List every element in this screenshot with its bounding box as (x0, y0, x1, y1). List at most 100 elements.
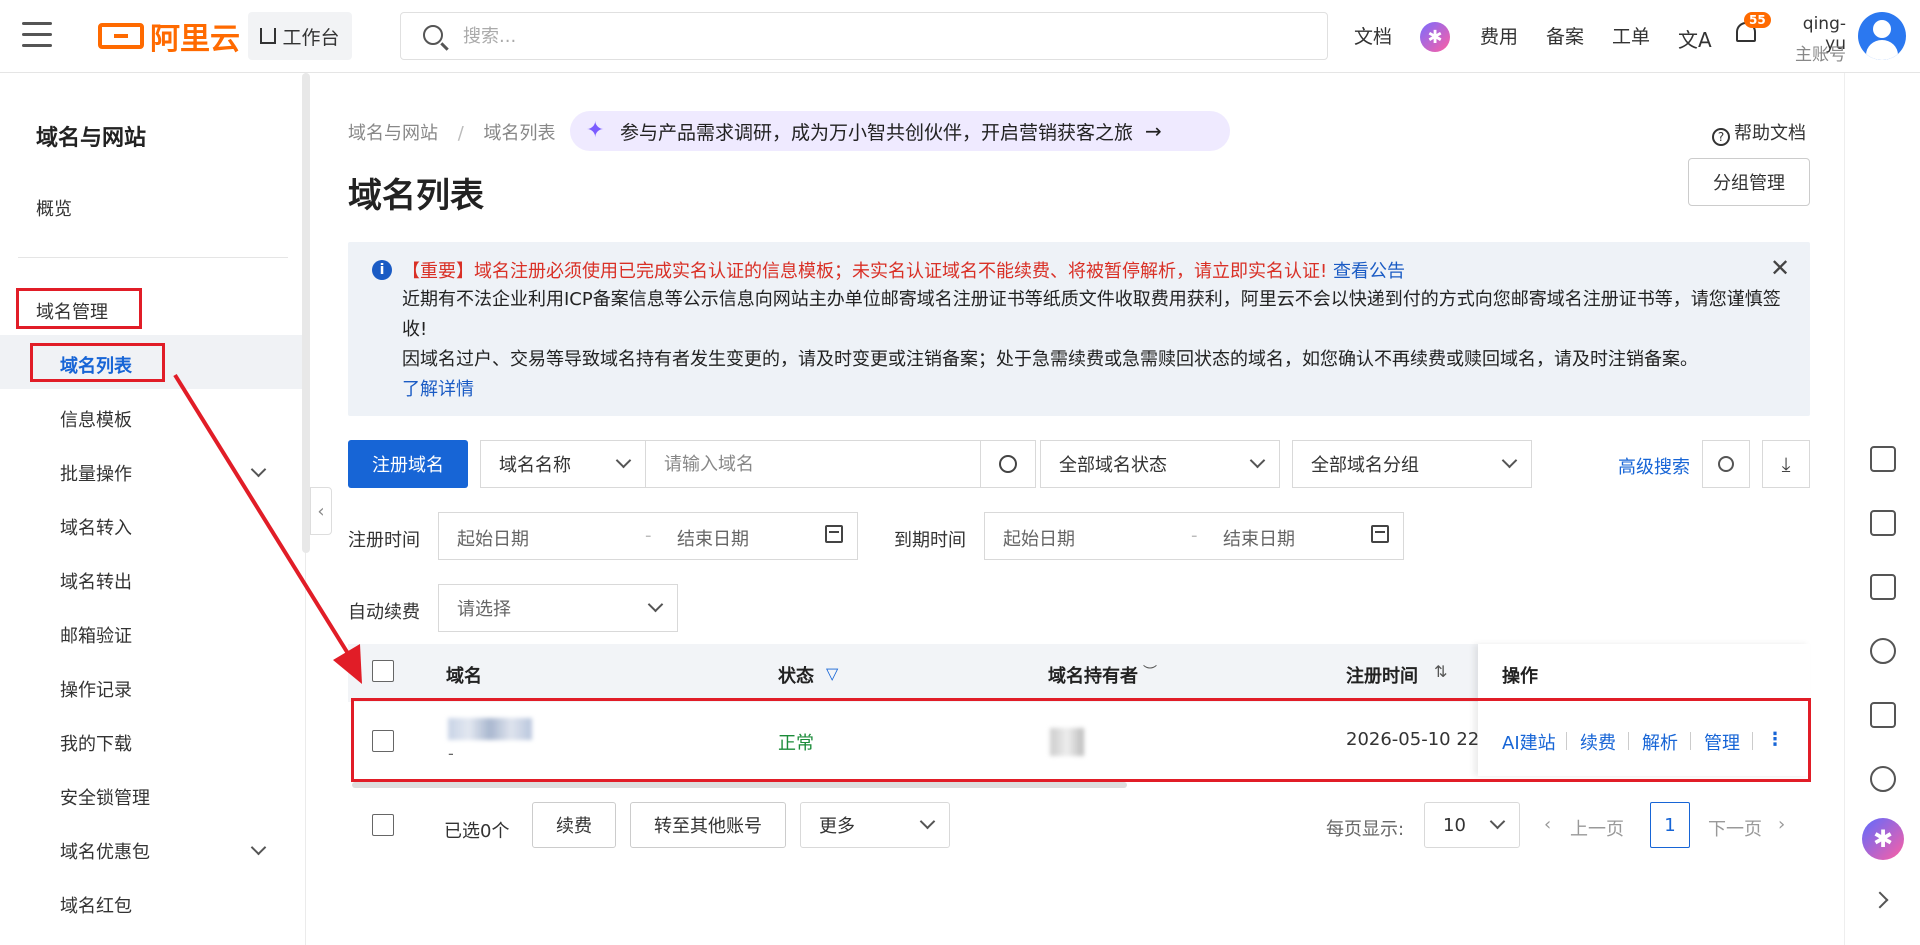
workbench-label: 工作台 (282, 26, 340, 49)
status-select[interactable]: 全部域名状态 (1040, 440, 1280, 488)
auto-renew-label: 自动续费 (348, 602, 420, 623)
sidebar-scrollbar[interactable] (302, 73, 310, 553)
prev-page-button[interactable]: 上一页 (1570, 815, 1624, 841)
language-icon[interactable]: 文A (1678, 24, 1712, 53)
global-search-input[interactable] (463, 25, 1263, 47)
domain-search-button[interactable] (980, 440, 1036, 488)
chevron-down-icon (647, 596, 664, 613)
page-size-label: 每页显示: (1326, 819, 1405, 840)
batch-renew-button[interactable]: 续费 (532, 802, 616, 848)
advanced-search-link[interactable]: 高级搜索 (1618, 453, 1690, 479)
expire-start-date[interactable]: 起始日期 (1003, 525, 1075, 551)
learn-more-link[interactable]: 了解详情 (402, 375, 1782, 405)
search-icon (423, 25, 443, 45)
menu-icon[interactable] (22, 22, 52, 48)
chevron-down-icon (1501, 452, 1518, 469)
date-separator: - (1191, 525, 1198, 546)
workbench-button[interactable]: 工作台 (248, 12, 352, 60)
chevron-left-icon[interactable]: ‹ (1544, 814, 1551, 835)
page-size-select[interactable]: 10 (1424, 802, 1520, 848)
reg-time-range[interactable]: 起始日期 - 结束日期 (438, 512, 858, 560)
nav-docs[interactable]: 文档 (1354, 22, 1392, 49)
chevron-down-icon[interactable] (250, 461, 267, 478)
help-docs-link[interactable]: ? 帮助文档 (1712, 119, 1806, 146)
table-horizontal-scrollbar[interactable] (352, 782, 1127, 788)
sidebar-item-batch[interactable]: 批量操作 (60, 460, 132, 486)
sidebar-item-security-lock[interactable]: 安全锁管理 (60, 784, 150, 810)
expire-time-range[interactable]: 起始日期 - 结束日期 (984, 512, 1404, 560)
chevron-right-icon[interactable]: › (1778, 814, 1785, 835)
notice-line-3: 因域名过户、交易等导致域名持有者发生变更的，请及时变更或注销备案；处于急需续费或… (402, 349, 1698, 370)
logo-text: 阿里云 (150, 22, 240, 57)
edit-icon[interactable] (1870, 702, 1896, 728)
chevron-down-icon[interactable] (250, 839, 267, 856)
nav-icp[interactable]: 备案 (1546, 22, 1584, 49)
sort-icon[interactable]: ⇅ (1434, 662, 1447, 681)
register-domain-button[interactable]: 注册域名 (348, 440, 468, 488)
select-all-checkbox[interactable] (372, 660, 394, 682)
calendar-icon (1371, 525, 1389, 543)
eye-closed-icon[interactable]: ︶ (1143, 662, 1157, 682)
group-management-button[interactable]: 分组管理 (1688, 158, 1810, 206)
ai-assistant-icon[interactable]: ✱ (1420, 22, 1450, 52)
page-1-button[interactable]: 1 (1650, 802, 1690, 848)
view-announcement-link[interactable]: 查看公告 (1333, 261, 1405, 282)
sidebar-item-overview[interactable]: 概览 (36, 195, 72, 221)
aliyun-logo[interactable]: 阿里云 (98, 18, 240, 57)
reg-end-date[interactable]: 结束日期 (677, 525, 749, 551)
sidebar-item-transfer-in[interactable]: 域名转入 (60, 514, 132, 540)
notification-badge: 55 (1744, 12, 1771, 28)
gear-icon (1718, 456, 1734, 472)
sidebar-title: 域名与网站 (36, 126, 147, 151)
global-search[interactable] (400, 12, 1328, 60)
nav-billing[interactable]: 费用 (1480, 22, 1518, 49)
home-icon (260, 28, 277, 44)
date-separator: - (645, 525, 652, 546)
footer-select-all-checkbox[interactable] (372, 814, 394, 836)
ai-assistant-icon[interactable]: ✱ (1862, 818, 1904, 860)
calendar-icon (825, 525, 843, 543)
search-field-select[interactable]: 域名名称 (480, 440, 646, 488)
avatar[interactable] (1858, 12, 1906, 60)
sidebar-item-operation-log[interactable]: 操作记录 (60, 676, 132, 702)
logo-mark-icon (98, 23, 144, 49)
headset-icon[interactable] (1870, 766, 1896, 792)
nav-ticket[interactable]: 工单 (1612, 22, 1650, 49)
right-toolbar (1844, 73, 1920, 945)
promo-banner[interactable]: ✦ 参与产品需求调研，成为万小智共创伙伴，开启营销获客之旅 → (570, 111, 1230, 151)
filter-icon[interactable]: ▽ (826, 664, 838, 683)
breadcrumb-root[interactable]: 域名与网站 (348, 123, 438, 144)
next-page-button[interactable]: 下一页 (1708, 815, 1762, 841)
sidebar-item-transfer-out[interactable]: 域名转出 (60, 568, 132, 594)
notice-line-2: 近期有不法企业利用ICP备案信息等公示信息向网站主办单位邮寄域名注册证书等纸质文… (402, 289, 1781, 340)
settings-button[interactable] (1702, 440, 1750, 488)
download-button[interactable]: ⤓ (1762, 440, 1810, 488)
notice-important: 【重要】域名注册必须使用已完成实名认证的信息模板；未实名认证域名不能续费、将被暂… (402, 257, 1405, 283)
sidebar: 域名与网站 概览 域名管理 域名列表 信息模板 批量操作 域名转入 域名转出 邮… (0, 73, 306, 945)
expire-end-date[interactable]: 结束日期 (1223, 525, 1295, 551)
order-icon[interactable] (1870, 446, 1896, 472)
close-icon[interactable]: ✕ (1770, 254, 1790, 282)
highlight-box-domain-management (16, 288, 142, 329)
sidebar-collapse-button[interactable]: ‹ (310, 487, 332, 535)
sparkle-icon: ✦ (586, 118, 605, 143)
sidebar-item-red-packet[interactable]: 域名红包 (60, 892, 132, 918)
sidebar-item-discount-pack[interactable]: 域名优惠包 (60, 838, 150, 864)
sidebar-item-downloads[interactable]: 我的下载 (60, 730, 132, 756)
terminal-icon[interactable] (1870, 574, 1896, 600)
breadcrumb-separator: / (457, 123, 464, 144)
group-select[interactable]: 全部域名分组 (1292, 440, 1532, 488)
reg-start-date[interactable]: 起始日期 (457, 525, 529, 551)
gear-icon[interactable] (1870, 638, 1896, 664)
transfer-account-button[interactable]: 转至其他账号 (630, 802, 786, 848)
page-size-value: 10 (1443, 814, 1466, 836)
user-role: 主账号 (1795, 45, 1846, 65)
auto-renew-select[interactable]: 请选择 (438, 584, 678, 632)
breadcrumb-current: 域名列表 (483, 123, 556, 144)
sidebar-item-templates[interactable]: 信息模板 (60, 406, 132, 432)
highlight-box-domain-list (30, 343, 165, 382)
sidebar-item-email-verify[interactable]: 邮箱验证 (60, 622, 132, 648)
api-icon[interactable] (1870, 510, 1896, 536)
more-select[interactable]: 更多 (800, 802, 950, 848)
domain-search-input[interactable] (645, 440, 981, 488)
